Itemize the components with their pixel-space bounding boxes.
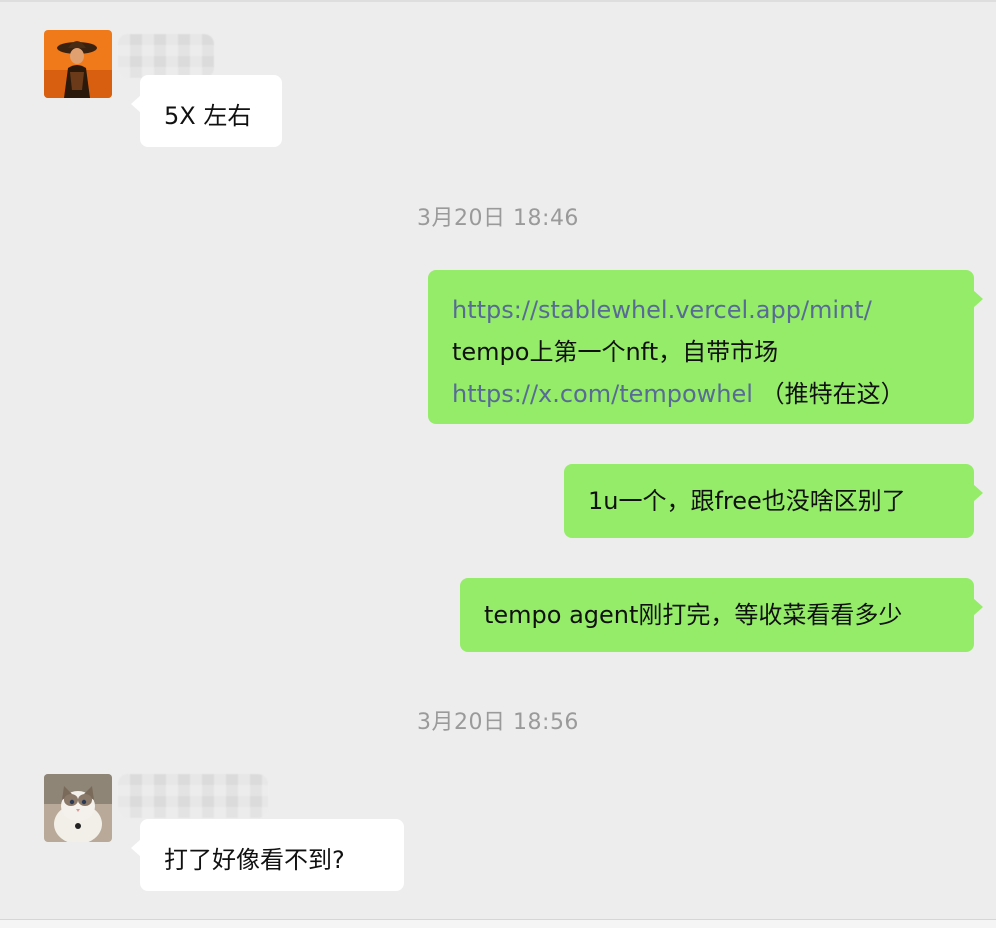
message-bubble-incoming[interactable]: 5X 左右 [131,75,282,147]
message-bubble-outgoing[interactable]: https://stablewhel.vercel.app/mint/ temp… [428,270,983,424]
message-bubble-incoming[interactable]: 打了好像看不到? [131,819,404,891]
message-bubble-outgoing[interactable]: 1u一个，跟free也没啥区别了 [564,464,983,538]
avatar-painted-figure-icon [44,30,112,98]
message-text: （推特在这） [752,380,905,408]
message-link[interactable]: https://stablewhel.vercel.app/mint/ [452,289,950,331]
timestamp: 3月20日 18:46 [417,206,579,231]
message-link[interactable]: https://x.com/tempowhel [452,380,753,408]
message-text: tempo上第一个nft，自带市场 [452,338,779,366]
message-text: tempo agent刚打完，等收菜看看多少 [484,601,903,629]
timestamp: 3月20日 18:56 [417,710,579,735]
chat-window: 5X 左右 3月20日 18:46 https://stablewhel.ver… [0,0,996,928]
message-text: 1u一个，跟free也没啥区别了 [588,487,906,515]
avatar-cat-icon [44,774,112,842]
chat-bottom-edge [0,919,996,928]
sender-name-blurred [118,774,268,818]
message-text: 5X 左右 [164,102,252,130]
sender-name-blurred [118,34,214,78]
message-bubble-outgoing[interactable]: tempo agent刚打完，等收菜看看多少 [460,578,983,652]
message-text: 打了好像看不到? [164,846,345,874]
avatar[interactable] [44,774,112,842]
avatar[interactable] [44,30,112,98]
